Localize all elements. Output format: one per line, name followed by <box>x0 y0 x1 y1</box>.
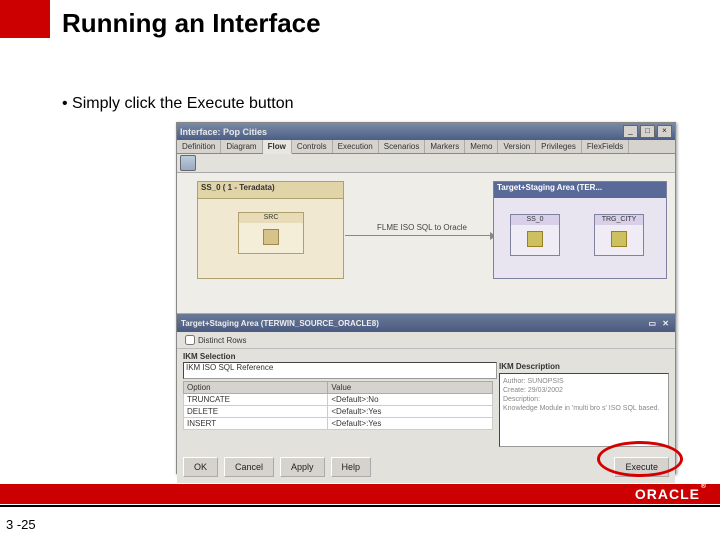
target-table-a-label: SS_0 <box>511 215 559 225</box>
staging-header-label: Target+Staging Area (TERWIN_SOURCE_ORACL… <box>181 319 379 328</box>
tab-privileges[interactable]: Privileges <box>536 140 582 153</box>
cancel-button[interactable]: Cancel <box>224 457 274 477</box>
ikm-right-panel: IKM Description Author: SUNOPSIS Create:… <box>499 362 669 447</box>
staging-header: Target+Staging Area (TERWIN_SOURCE_ORACL… <box>177 314 675 332</box>
refresh-icon[interactable] <box>180 155 196 171</box>
option-value[interactable]: <Default>:Yes <box>328 406 493 418</box>
flow-arrow-label: FLME ISO SQL to Oracle <box>377 223 467 232</box>
help-button[interactable]: Help <box>331 457 372 477</box>
source-set-box[interactable]: SS_0 ( 1 - Teradata) SRC <box>197 181 344 279</box>
slide-bullet: Simply click the Execute button <box>62 95 293 113</box>
datastore-icon <box>263 229 279 245</box>
target-box[interactable]: Target+Staging Area (TER... SS_0 TRG_CIT… <box>493 181 667 279</box>
close-icon[interactable]: × <box>657 125 672 138</box>
window-titlebar: Interface: Pop Cities _ □ × <box>177 123 675 140</box>
footer-underline <box>0 505 720 507</box>
page-number: 3 -25 <box>6 517 36 532</box>
dialog-button-row: OK Cancel Apply Help Execute <box>177 451 675 483</box>
flow-diagram: SS_0 ( 1 - Teradata) SRC FLME ISO SQL to… <box>177 173 675 314</box>
tab-flow[interactable]: Flow <box>263 140 292 154</box>
ok-button[interactable]: OK <box>183 457 218 477</box>
slide-accent-block <box>0 0 50 38</box>
app-window: Interface: Pop Cities _ □ × Definition D… <box>176 122 676 474</box>
tab-diagram[interactable]: Diagram <box>221 140 262 153</box>
tab-memo[interactable]: Memo <box>465 140 498 153</box>
toolbar <box>177 154 675 173</box>
tab-markers[interactable]: Markers <box>425 140 465 153</box>
ikm-select-value: IKM ISO SQL Reference <box>186 363 273 372</box>
desc-line: Knowledge Module in 'multi bro s' ISO SQ… <box>503 404 665 413</box>
oracle-logo: ORACLE® <box>635 486 700 502</box>
execute-button[interactable]: Execute <box>614 457 669 477</box>
table-row: INSERT <Default>:Yes <box>184 418 493 430</box>
options-col-value: Value <box>328 382 493 394</box>
tab-scenarios[interactable]: Scenarios <box>379 140 426 153</box>
ikm-left-panel: IKM ISO SQL Reference Option Value TRUNC… <box>183 362 493 447</box>
distinct-rows-row: Distinct Rows <box>177 332 675 349</box>
tab-controls[interactable]: Controls <box>292 140 333 153</box>
ikm-description-header: IKM Description <box>499 362 669 371</box>
option-name: INSERT <box>184 418 328 430</box>
source-table[interactable]: SRC <box>238 212 304 254</box>
minimize-icon[interactable]: _ <box>623 125 638 138</box>
datastore-icon <box>527 231 543 247</box>
desc-line: Create: 29/03/2002 <box>503 386 665 395</box>
distinct-rows-label: Distinct Rows <box>198 336 246 345</box>
option-name: DELETE <box>184 406 328 418</box>
tab-execution[interactable]: Execution <box>333 140 379 153</box>
source-table-label: SRC <box>239 213 303 223</box>
footer-bar <box>0 484 720 504</box>
distinct-rows-checkbox[interactable] <box>185 335 195 345</box>
flow-arrow <box>345 235 495 236</box>
target-box-label: Target+Staging Area (TER... <box>494 182 666 198</box>
ikm-select[interactable]: IKM ISO SQL Reference <box>183 362 497 379</box>
ikm-description-box: Author: SUNOPSIS Create: 29/03/2002 Desc… <box>499 373 669 447</box>
option-value[interactable]: <Default>:No <box>328 394 493 406</box>
tab-definition[interactable]: Definition <box>177 140 221 153</box>
table-row: TRUNCATE <Default>:No <box>184 394 493 406</box>
option-value[interactable]: <Default>:Yes <box>328 418 493 430</box>
tab-version[interactable]: Version <box>498 140 536 153</box>
window-title: Interface: Pop Cities <box>180 127 267 137</box>
target-table-b[interactable]: TRG_CITY <box>594 214 644 256</box>
desc-line: Author: SUNOPSIS <box>503 377 665 386</box>
options-col-option: Option <box>184 382 328 394</box>
ikm-section-label: IKM Selection <box>177 349 675 362</box>
source-set-label: SS_0 ( 1 - Teradata) <box>198 182 343 199</box>
desc-line: Description: <box>503 395 665 404</box>
target-table-a[interactable]: SS_0 <box>510 214 560 256</box>
target-table-b-label: TRG_CITY <box>595 215 643 225</box>
panel-collapse-icon[interactable]: ▭ ✕ <box>649 319 671 328</box>
option-name: TRUNCATE <box>184 394 328 406</box>
slide-title: Running an Interface <box>62 8 321 39</box>
datastore-icon <box>611 231 627 247</box>
tab-flexfields[interactable]: FlexFields <box>582 140 629 153</box>
options-table: Option Value TRUNCATE <Default>:No DELET… <box>183 381 493 430</box>
apply-button[interactable]: Apply <box>280 457 325 477</box>
maximize-icon[interactable]: □ <box>640 125 655 138</box>
table-row: DELETE <Default>:Yes <box>184 406 493 418</box>
tab-bar: Definition Diagram Flow Controls Executi… <box>177 140 675 154</box>
